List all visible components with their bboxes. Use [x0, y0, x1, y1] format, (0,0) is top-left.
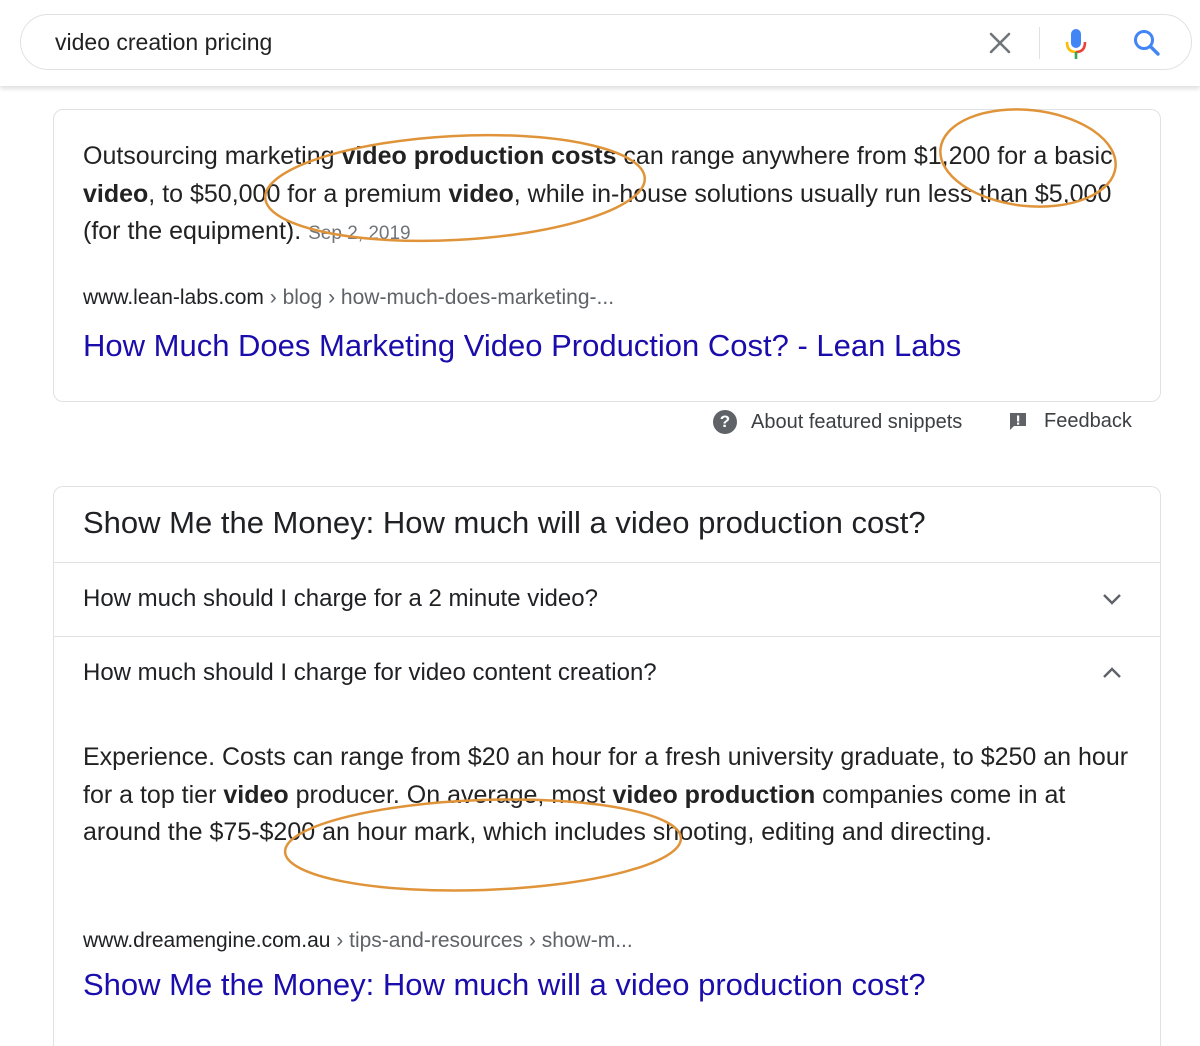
- chevron-down-icon: [1103, 594, 1121, 605]
- snippet-bold: video: [448, 179, 514, 208]
- snippet-bold: video: [83, 179, 149, 208]
- snippet-bold: video production costs: [341, 142, 617, 170]
- feedback-icon: [1010, 412, 1026, 430]
- snippet-cite: www.lean-labs.com › blog › how-much-does…: [83, 286, 614, 310]
- search-box: [20, 14, 1192, 70]
- answer-bold: video: [223, 780, 289, 809]
- snippet-date: Sep 2, 2019: [308, 223, 411, 244]
- cite-domain: www.dreamengine.com.au: [83, 929, 331, 952]
- paa-question[interactable]: How much should I charge for a 2 minute …: [54, 563, 1160, 635]
- cite-path: › tips-and-resources › show-m...: [330, 929, 633, 952]
- paa-question-label: How much should I charge for a 2 minute …: [83, 585, 598, 612]
- featured-snippet-card: Outsourcing marketing video production c…: [53, 109, 1161, 402]
- snippet-text-part: can range anywhere from $1,200 for a bas…: [616, 142, 1113, 170]
- paa-answer-text: Experience. Costs can range from $20 an …: [83, 739, 1143, 852]
- search-divider: [1039, 27, 1040, 59]
- snippet-text-part: , to $50,000 for a premium: [148, 179, 449, 208]
- feedback-label: Feedback: [1044, 410, 1132, 432]
- snippet-text: Outsourcing marketing video production c…: [83, 138, 1143, 253]
- search-header: [0, 0, 1200, 86]
- answer-text-part: producer. On average, most: [288, 780, 613, 809]
- snippet-footer: ? About featured snippets Feedback: [0, 410, 1200, 440]
- microphone-icon: [1065, 29, 1087, 59]
- about-label: About featured snippets: [751, 410, 963, 433]
- paa-question-label: How much should I charge for video conte…: [83, 659, 657, 686]
- chevron-up-icon: [1103, 667, 1121, 678]
- search-input[interactable]: [55, 15, 955, 69]
- close-icon: [989, 32, 1011, 54]
- paa-question[interactable]: How much should I charge for video conte…: [54, 637, 1160, 709]
- cite-path: › blog › how-much-does-marketing-...: [263, 286, 615, 309]
- feedback-link[interactable]: Feedback: [1008, 410, 1132, 433]
- search-icon: [1134, 30, 1160, 56]
- clear-search-button[interactable]: [985, 28, 1015, 58]
- voice-search-button[interactable]: [1063, 27, 1089, 61]
- about-featured-snippets-link[interactable]: ? About featured snippets: [713, 410, 962, 434]
- search-button[interactable]: [1131, 27, 1163, 59]
- people-also-ask-card: Show Me the Money: How much will a video…: [53, 486, 1161, 1046]
- cite-domain: www.lean-labs.com: [83, 286, 264, 309]
- help-icon: ?: [713, 410, 737, 434]
- answer-cite: www.dreamengine.com.au › tips-and-resour…: [83, 929, 633, 953]
- snippet-text-part: Outsourcing marketing: [83, 142, 342, 170]
- answer-bold: video production: [612, 780, 816, 809]
- answer-result-link[interactable]: Show Me the Money: How much will a video…: [83, 967, 926, 1003]
- paa-title: Show Me the Money: How much will a video…: [83, 505, 926, 540]
- snippet-result-link[interactable]: How Much Does Marketing Video Production…: [83, 328, 961, 364]
